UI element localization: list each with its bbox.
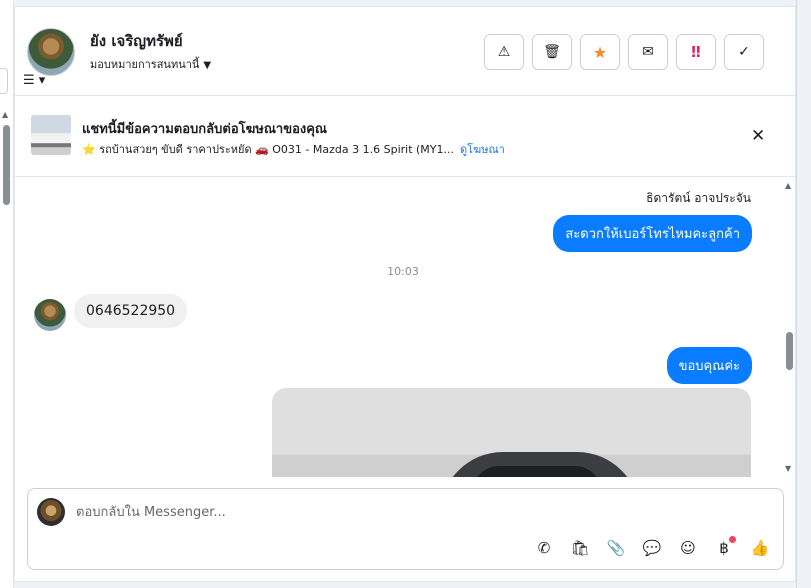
message-thread[interactable]: ธิดารัตน์ อาจประจัน สะดวกให้เบอร์โทรไหมค… xyxy=(15,177,797,477)
thumbs-up-icon[interactable]: 👍 xyxy=(748,536,772,560)
message-composer: ✆ 🛍 📎 💬 ☺ ฿ 👍 xyxy=(27,488,784,570)
delete-button[interactable]: 🗑 xyxy=(532,34,572,70)
paperclip-icon[interactable]: 📎 xyxy=(604,536,628,560)
right-panel-edge xyxy=(796,0,811,588)
incoming-message[interactable]: 0646522950 xyxy=(74,294,188,328)
mark-urgent-button[interactable]: ‼ xyxy=(676,34,716,70)
chevron-down-icon: ▼ xyxy=(203,60,212,71)
left-scrollbar-thumb[interactable] xyxy=(3,125,10,205)
assign-label: มอบหมายการสนทนานี้ xyxy=(90,58,200,71)
chat-scroll-down-icon[interactable]: ▼ xyxy=(785,464,791,473)
star-icon: ★ xyxy=(592,42,608,62)
urgent-icon: ‼ xyxy=(691,43,701,61)
ad-thumbnail xyxy=(31,115,71,155)
chat-bubble-icon[interactable]: 💬 xyxy=(640,536,664,560)
ad-reply-banner: แชทนี้มีข้อความตอบกลับต่อโฆษณาของคุณ ⭐ ร… xyxy=(15,96,797,177)
contact-avatar[interactable] xyxy=(27,28,75,76)
contact-name[interactable]: ยัง เจริญทรัพย์ xyxy=(90,29,183,53)
page-avatar xyxy=(37,498,65,526)
payment-button[interactable]: ฿ xyxy=(712,536,736,560)
notification-dot xyxy=(729,536,736,543)
shopping-bag-icon[interactable]: 🛍 xyxy=(568,536,592,560)
sender-name: ธิดารัตน์ อาจประจัน xyxy=(646,191,751,205)
ad-banner-title: แชทนี้มีข้อความตอบกลับต่อโฆษณาของคุณ xyxy=(82,122,327,137)
contact-avatar-small[interactable] xyxy=(34,299,66,331)
close-icon[interactable]: ✕ xyxy=(751,126,765,146)
warning-icon: ⚠ xyxy=(497,44,511,60)
outgoing-message[interactable]: สะดวกให้เบอร์โทรไหมคะลูกค้า xyxy=(553,215,752,252)
collapse-tab[interactable] xyxy=(0,68,8,94)
trash-icon: 🗑 xyxy=(543,44,561,60)
chat-scrollbar-thumb[interactable] xyxy=(786,332,793,370)
phone-icon[interactable]: ✆ xyxy=(532,536,556,560)
check-icon: ✓ xyxy=(738,44,750,60)
ad-listing-text: ⭐ รถบ้านสวยๆ ขับดี ราคาประหยัด 🚗 O031 - … xyxy=(82,143,454,156)
reply-input[interactable] xyxy=(76,501,676,523)
ad-listing-line: ⭐ รถบ้านสวยๆ ขับดี ราคาประหยัด 🚗 O031 - … xyxy=(82,140,505,158)
report-spam-button[interactable]: ⚠ xyxy=(484,34,524,70)
car-photo-attachment[interactable] xyxy=(272,388,751,477)
car-window xyxy=(472,466,602,477)
baht-icon: ฿ xyxy=(719,539,729,557)
conversation-header: ยัง เจริญทรัพย์ มอบหมายการสนทนานี้ ▼ ☰ ▾ … xyxy=(15,7,797,96)
message-timestamp: 10:03 xyxy=(387,265,419,278)
assign-conversation-dropdown[interactable]: มอบหมายการสนทนานี้ ▼ xyxy=(90,55,211,73)
outgoing-message[interactable]: ขอบคุณค่ะ xyxy=(666,347,752,384)
envelope-icon: ✉ xyxy=(642,44,654,60)
left-panel-edge: ▲ xyxy=(0,0,14,588)
chat-scroll-up-icon[interactable]: ▲ xyxy=(785,181,791,190)
emoji-icon[interactable]: ☺ xyxy=(676,536,700,560)
filter-sliders-icon[interactable]: ☰ ▾ xyxy=(23,73,55,89)
mark-unread-button[interactable]: ✉ xyxy=(628,34,668,70)
header-action-buttons: ⚠ 🗑 ★ ✉ ‼ ✓ xyxy=(484,34,764,70)
view-ad-link[interactable]: ดูโฆษณา xyxy=(460,143,505,156)
star-button[interactable]: ★ xyxy=(580,34,620,70)
mark-done-button[interactable]: ✓ xyxy=(724,34,764,70)
composer-toolbar: ✆ 🛍 📎 💬 ☺ ฿ 👍 xyxy=(532,536,772,560)
scroll-up-arrow-icon[interactable]: ▲ xyxy=(2,110,8,119)
conversation-panel: ยัง เจริญทรัพย์ มอบหมายการสนทนานี้ ▼ ☰ ▾ … xyxy=(14,6,797,582)
